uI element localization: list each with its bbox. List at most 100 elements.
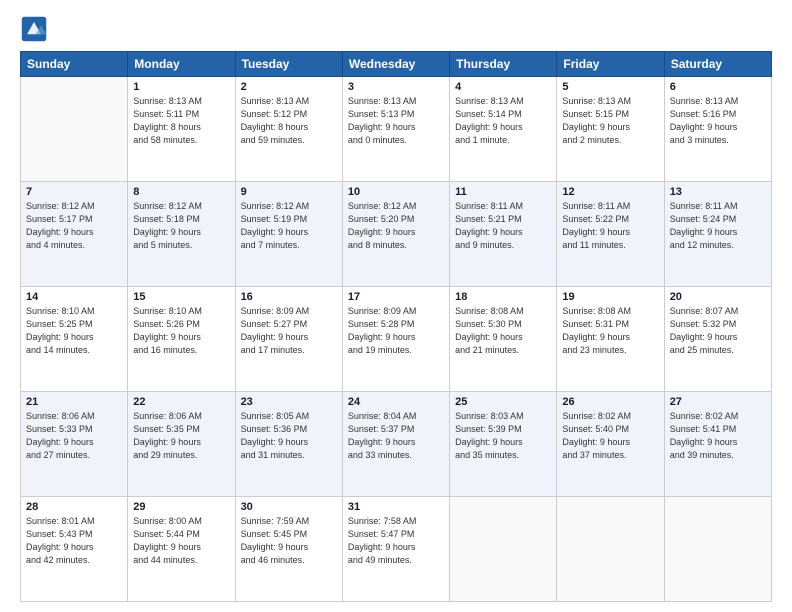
day-number: 26 [562,396,658,408]
calendar-page: Sunday Monday Tuesday Wednesday Thursday… [0,0,792,612]
day-number: 18 [455,291,551,303]
calendar-cell: 29 Sunrise: 8:00 AMSunset: 5:44 PMDayligh… [128,497,235,602]
calendar-cell: 23 Sunrise: 8:05 AMSunset: 5:36 PMDayligh… [235,392,342,497]
day-info: Sunrise: 8:13 AMSunset: 5:15 PMDaylight:… [562,95,658,147]
day-number: 14 [26,291,122,303]
calendar-cell: 22Sunrise: 8:06 AMSunset: 5:35 PMDayligh… [128,392,235,497]
day-number: 4 [455,81,551,93]
calendar-cell: 27 Sunrise: 8:02 AMSunset: 5:41 PMDayligh… [664,392,771,497]
col-saturday: Saturday [664,52,771,77]
day-number: 16 [241,291,337,303]
day-number: 31 [348,501,444,513]
day-number: 19 [562,291,658,303]
col-monday: Monday [128,52,235,77]
day-info: Sunrise: 8:08 AMSunset: 5:31 PMDaylight:… [562,305,658,357]
calendar-cell: 12 Sunrise: 8:11 AMSunset: 5:22 PMDayligh… [557,182,664,287]
day-info: Sunrise: 7:59 AMSunset: 5:45 PMDaylight:… [241,515,337,567]
calendar-cell: 5 Sunrise: 8:13 AMSunset: 5:15 PMDaylight… [557,77,664,182]
day-info: Sunrise: 7:58 AMSunset: 5:47 PMDaylight:… [348,515,444,567]
day-info: Sunrise: 8:00 AMSunset: 5:44 PMDaylight:… [133,515,229,567]
day-info: Sunrise: 8:03 AMSunset: 5:39 PMDaylight:… [455,410,551,462]
day-info: Sunrise: 8:02 AMSunset: 5:40 PMDaylight:… [562,410,658,462]
day-info: Sunrise: 8:05 AMSunset: 5:36 PMDaylight:… [241,410,337,462]
day-number: 20 [670,291,766,303]
day-info: Sunrise: 8:13 AMSunset: 5:13 PMDaylight:… [348,95,444,147]
calendar-cell: 4 Sunrise: 8:13 AMSunset: 5:14 PMDaylight… [450,77,557,182]
day-info: Sunrise: 8:13 AMSunset: 5:14 PMDaylight:… [455,95,551,147]
day-number: 30 [241,501,337,513]
day-number: 9 [241,186,337,198]
header-row: Sunday Monday Tuesday Wednesday Thursday… [21,52,772,77]
day-info: Sunrise: 8:12 AMSunset: 5:20 PMDaylight:… [348,200,444,252]
calendar-cell: 11Sunrise: 8:11 AMSunset: 5:21 PMDayligh… [450,182,557,287]
day-number: 22 [133,396,229,408]
calendar-cell: 3 Sunrise: 8:13 AMSunset: 5:13 PMDaylight… [342,77,449,182]
day-number: 24 [348,396,444,408]
calendar-cell: 13Sunrise: 8:11 AMSunset: 5:24 PMDayligh… [664,182,771,287]
day-number: 21 [26,396,122,408]
day-info: Sunrise: 8:11 AMSunset: 5:22 PMDaylight:… [562,200,658,252]
calendar-week-2: 7 Sunrise: 8:12 AMSunset: 5:17 PMDaylight… [21,182,772,287]
day-number: 6 [670,81,766,93]
calendar-cell: 14 Sunrise: 8:10 AMSunset: 5:25 PMDayligh… [21,287,128,392]
day-info: Sunrise: 8:10 AMSunset: 5:26 PMDaylight:… [133,305,229,357]
calendar-cell [557,497,664,602]
calendar-cell: 25 Sunrise: 8:03 AMSunset: 5:39 PMDayligh… [450,392,557,497]
day-number: 2 [241,81,337,93]
calendar-cell: 16 Sunrise: 8:09 AMSunset: 5:27 PMDayligh… [235,287,342,392]
day-number: 29 [133,501,229,513]
day-number: 8 [133,186,229,198]
day-number: 12 [562,186,658,198]
day-number: 25 [455,396,551,408]
calendar-cell: 7 Sunrise: 8:12 AMSunset: 5:17 PMDaylight… [21,182,128,287]
day-number: 27 [670,396,766,408]
calendar-cell: 15 Sunrise: 8:10 AMSunset: 5:26 PMDayligh… [128,287,235,392]
day-info: Sunrise: 8:02 AMSunset: 5:41 PMDaylight:… [670,410,766,462]
calendar-cell: 30 Sunrise: 7:59 AMSunset: 5:45 PMDayligh… [235,497,342,602]
day-info: Sunrise: 8:11 AMSunset: 5:21 PMDaylight:… [455,200,551,252]
col-tuesday: Tuesday [235,52,342,77]
day-number: 10 [348,186,444,198]
calendar-cell: 21Sunrise: 8:06 AMSunset: 5:33 PMDayligh… [21,392,128,497]
col-wednesday: Wednesday [342,52,449,77]
day-number: 13 [670,186,766,198]
day-info: Sunrise: 8:12 AMSunset: 5:18 PMDaylight:… [133,200,229,252]
day-number: 15 [133,291,229,303]
day-info: Sunrise: 8:13 AMSunset: 5:11 PMDaylight:… [133,95,229,147]
day-number: 3 [348,81,444,93]
calendar-cell: 18 Sunrise: 8:08 AMSunset: 5:30 PMDayligh… [450,287,557,392]
day-info: Sunrise: 8:13 AMSunset: 5:16 PMDaylight:… [670,95,766,147]
calendar-week-4: 21Sunrise: 8:06 AMSunset: 5:33 PMDayligh… [21,392,772,497]
day-info: Sunrise: 8:07 AMSunset: 5:32 PMDaylight:… [670,305,766,357]
day-number: 1 [133,81,229,93]
calendar-cell: 24 Sunrise: 8:04 AMSunset: 5:37 PMDayligh… [342,392,449,497]
calendar-cell: 17Sunrise: 8:09 AMSunset: 5:28 PMDayligh… [342,287,449,392]
calendar-cell: 19 Sunrise: 8:08 AMSunset: 5:31 PMDayligh… [557,287,664,392]
day-info: Sunrise: 8:12 AMSunset: 5:17 PMDaylight:… [26,200,122,252]
calendar-cell: 8 Sunrise: 8:12 AMSunset: 5:18 PMDaylight… [128,182,235,287]
calendar-table: Sunday Monday Tuesday Wednesday Thursday… [20,51,772,602]
day-number: 23 [241,396,337,408]
day-info: Sunrise: 8:08 AMSunset: 5:30 PMDaylight:… [455,305,551,357]
day-number: 17 [348,291,444,303]
calendar-cell [450,497,557,602]
calendar-cell: 2 Sunrise: 8:13 AMSunset: 5:12 PMDaylight… [235,77,342,182]
calendar-cell: 10 Sunrise: 8:12 AMSunset: 5:20 PMDayligh… [342,182,449,287]
day-info: Sunrise: 8:13 AMSunset: 5:12 PMDaylight:… [241,95,337,147]
day-number: 5 [562,81,658,93]
calendar-cell: 28Sunrise: 8:01 AMSunset: 5:43 PMDayligh… [21,497,128,602]
day-info: Sunrise: 8:09 AMSunset: 5:27 PMDaylight:… [241,305,337,357]
calendar-cell: 20 Sunrise: 8:07 AMSunset: 5:32 PMDayligh… [664,287,771,392]
col-friday: Friday [557,52,664,77]
day-info: Sunrise: 8:12 AMSunset: 5:19 PMDaylight:… [241,200,337,252]
calendar-cell: 6 Sunrise: 8:13 AMSunset: 5:16 PMDaylight… [664,77,771,182]
logo-icon [20,15,48,43]
calendar-cell: 9 Sunrise: 8:12 AMSunset: 5:19 PMDaylight… [235,182,342,287]
calendar-week-1: 1 Sunrise: 8:13 AMSunset: 5:11 PMDaylight… [21,77,772,182]
calendar-cell: 1 Sunrise: 8:13 AMSunset: 5:11 PMDaylight… [128,77,235,182]
day-number: 7 [26,186,122,198]
col-thursday: Thursday [450,52,557,77]
day-info: Sunrise: 8:10 AMSunset: 5:25 PMDaylight:… [26,305,122,357]
calendar-cell [21,77,128,182]
day-info: Sunrise: 8:04 AMSunset: 5:37 PMDaylight:… [348,410,444,462]
